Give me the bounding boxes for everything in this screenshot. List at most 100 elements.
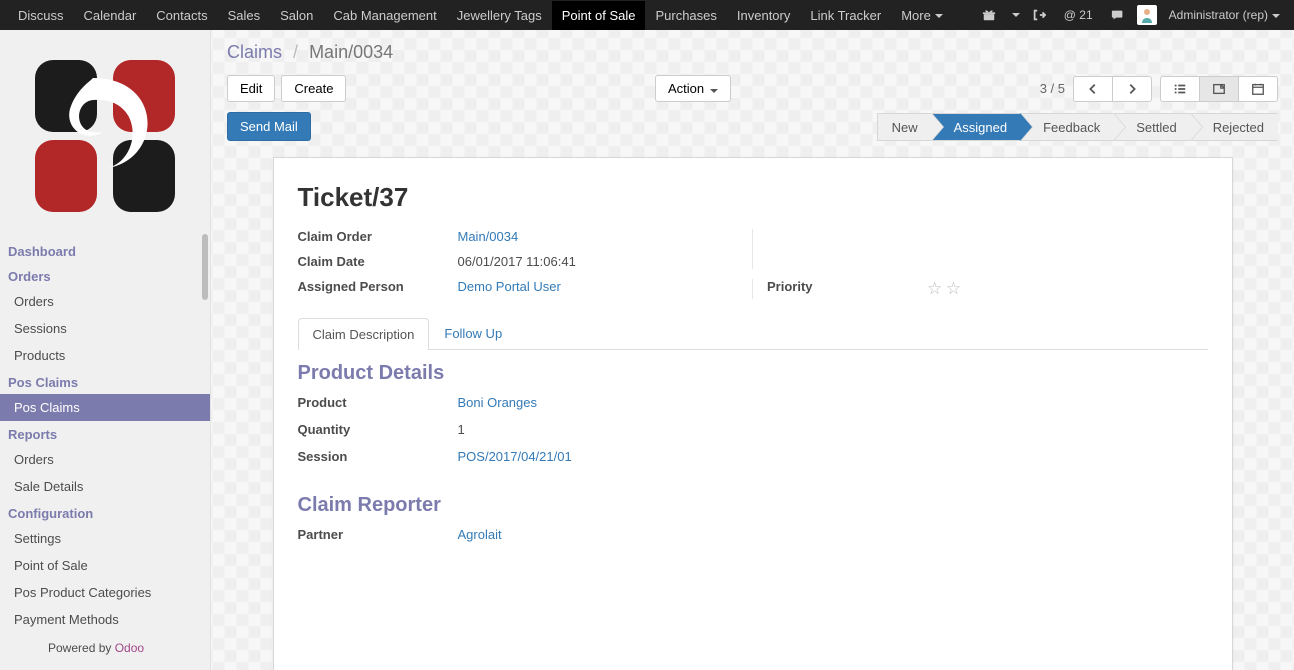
user-caret-icon [1272, 14, 1280, 18]
side-section-orders[interactable]: Orders [0, 263, 210, 288]
nav-item-link-tracker[interactable]: Link Tracker [800, 1, 891, 30]
systray-caret-icon [1012, 13, 1020, 17]
view-form[interactable] [1199, 76, 1239, 102]
side-section-config[interactable]: Configuration [0, 500, 210, 525]
side-link-orders[interactable]: Orders [0, 288, 210, 315]
sidebar-scrollbar[interactable] [202, 234, 208, 300]
app-body: Dashboard Orders Orders Sessions Product… [0, 30, 1294, 670]
side-scroll: Dashboard Orders Orders Sessions Product… [0, 238, 210, 663]
side-section-reports[interactable]: Reports [0, 421, 210, 446]
partner-link[interactable]: Agrolait [458, 527, 502, 542]
user-name-label: Administrator (rep) [1169, 8, 1268, 22]
action-dropdown[interactable]: Action [655, 75, 731, 102]
gift-icon[interactable] [976, 4, 1002, 26]
lbl-partner: Partner [298, 527, 458, 542]
val-partner: Agrolait [458, 527, 818, 542]
side-link-cfg-settings[interactable]: Settings [0, 525, 210, 552]
val-priority: ☆ ☆ [927, 279, 1208, 299]
signout-icon[interactable] [1026, 4, 1052, 26]
nav-item-purchases[interactable]: Purchases [645, 1, 726, 30]
session-link[interactable]: POS/2017/04/21/01 [458, 449, 572, 464]
nav-left: Discuss Calendar Contacts Sales Salon Ca… [8, 1, 953, 30]
view-switcher [1160, 76, 1278, 102]
reporter-kv: Partner Agrolait [298, 527, 818, 542]
tabs: Claim Description Follow Up [298, 317, 1208, 350]
side-link-cfg-pos[interactable]: Point of Sale [0, 552, 210, 579]
status-new[interactable]: New [877, 113, 932, 141]
cp-center: Action [655, 75, 731, 102]
breadcrumb-root[interactable]: Claims [227, 42, 282, 62]
statusbar: New Assigned Feedback Settled Rejected [877, 113, 1278, 141]
send-mail-button[interactable]: Send Mail [227, 112, 311, 141]
claim-order-link[interactable]: Main/0034 [458, 229, 519, 244]
msg-count[interactable]: @ 21 [1058, 4, 1099, 26]
priority-star-1[interactable]: ☆ [927, 279, 942, 298]
avatar [1137, 5, 1157, 25]
lbl-assigned: Assigned Person [298, 279, 458, 299]
nav-item-cab-mgmt[interactable]: Cab Management [323, 1, 446, 30]
product-link[interactable]: Boni Oranges [458, 395, 538, 410]
pager-seg [1073, 76, 1152, 102]
breadcrumb: Claims / Main/0034 [227, 42, 1278, 63]
side-section-dashboard[interactable]: Dashboard [0, 238, 210, 263]
sheet-wrap: Ticket/37 Claim Order Main/0034 Claim Da… [211, 141, 1294, 670]
caret-down-icon [935, 14, 943, 18]
lbl-session: Session [298, 449, 458, 464]
sec-product-details: Product Details [298, 362, 1208, 385]
lbl-priority: Priority [767, 279, 927, 299]
sec-reporter: Claim Reporter [298, 494, 1208, 517]
create-button[interactable]: Create [281, 75, 346, 102]
user-menu[interactable]: Administrator (rep) [1163, 4, 1286, 26]
side-link-sessions[interactable]: Sessions [0, 315, 210, 342]
side-link-rep-orders[interactable]: Orders [0, 446, 210, 473]
odoo-link[interactable]: Odoo [115, 641, 144, 655]
val-qty: 1 [458, 422, 818, 437]
val-product: Boni Oranges [458, 395, 818, 410]
nav-item-salon[interactable]: Salon [270, 1, 323, 30]
col-left-2: Assigned Person Demo Portal User [298, 279, 754, 299]
assigned-link[interactable]: Demo Portal User [458, 279, 561, 294]
lbl-qty: Quantity [298, 422, 458, 437]
breadcrumb-current: Main/0034 [309, 42, 393, 62]
status-assigned[interactable]: Assigned [932, 113, 1021, 141]
side-section-posclaims[interactable]: Pos Claims [0, 369, 210, 394]
col-right-1 [767, 229, 1208, 269]
breadcrumb-sep: / [293, 42, 298, 62]
nav-item-sales[interactable]: Sales [218, 1, 271, 30]
view-list[interactable] [1160, 76, 1200, 102]
priority-star-2[interactable]: ☆ [946, 279, 961, 298]
val-claim-order: Main/0034 [458, 229, 739, 244]
nav-item-pos[interactable]: Point of Sale [552, 1, 646, 30]
chat-icon[interactable] [1105, 4, 1131, 26]
val-assigned: Demo Portal User [458, 279, 739, 299]
status-rejected[interactable]: Rejected [1191, 113, 1278, 141]
tab-claim-desc[interactable]: Claim Description [298, 318, 430, 350]
form-sheet: Ticket/37 Claim Order Main/0034 Claim Da… [273, 157, 1233, 670]
pager-next[interactable] [1112, 76, 1152, 102]
side-link-posclaims[interactable]: Pos Claims [0, 394, 210, 421]
cp-left-buttons: Edit Create [227, 75, 346, 102]
side-link-cfg-pay[interactable]: Payment Methods [0, 606, 210, 633]
nav-item-inventory[interactable]: Inventory [727, 1, 800, 30]
nav-item-more[interactable]: More [891, 1, 953, 30]
product-kv: Product Boni Oranges Quantity 1 Session … [298, 395, 818, 464]
page-title: Ticket/37 [298, 182, 1208, 213]
nav-item-contacts[interactable]: Contacts [146, 1, 217, 30]
side-link-cfg-cat[interactable]: Pos Product Categories [0, 579, 210, 606]
side-link-rep-sales[interactable]: Sale Details [0, 473, 210, 500]
nav-item-jewellery-tags[interactable]: Jewellery Tags [447, 1, 552, 30]
nav-item-discuss[interactable]: Discuss [8, 1, 74, 30]
nav-more-label: More [901, 8, 931, 23]
main: Claims / Main/0034 Edit Create Action 3 … [210, 30, 1294, 670]
edit-button[interactable]: Edit [227, 75, 275, 102]
side-link-products[interactable]: Products [0, 342, 210, 369]
topnav: Discuss Calendar Contacts Sales Salon Ca… [0, 0, 1294, 30]
pager-text[interactable]: 3 / 5 [1040, 81, 1065, 96]
header-fields-1: Claim Order Main/0034 Claim Date 06/01/2… [298, 229, 1208, 269]
powered-pre-label: Powered by [48, 641, 115, 655]
tab-follow-up[interactable]: Follow Up [429, 317, 517, 349]
nav-item-calendar[interactable]: Calendar [74, 1, 147, 30]
pager-prev[interactable] [1073, 76, 1113, 102]
view-calendar[interactable] [1238, 76, 1278, 102]
status-feedback[interactable]: Feedback [1021, 113, 1114, 141]
